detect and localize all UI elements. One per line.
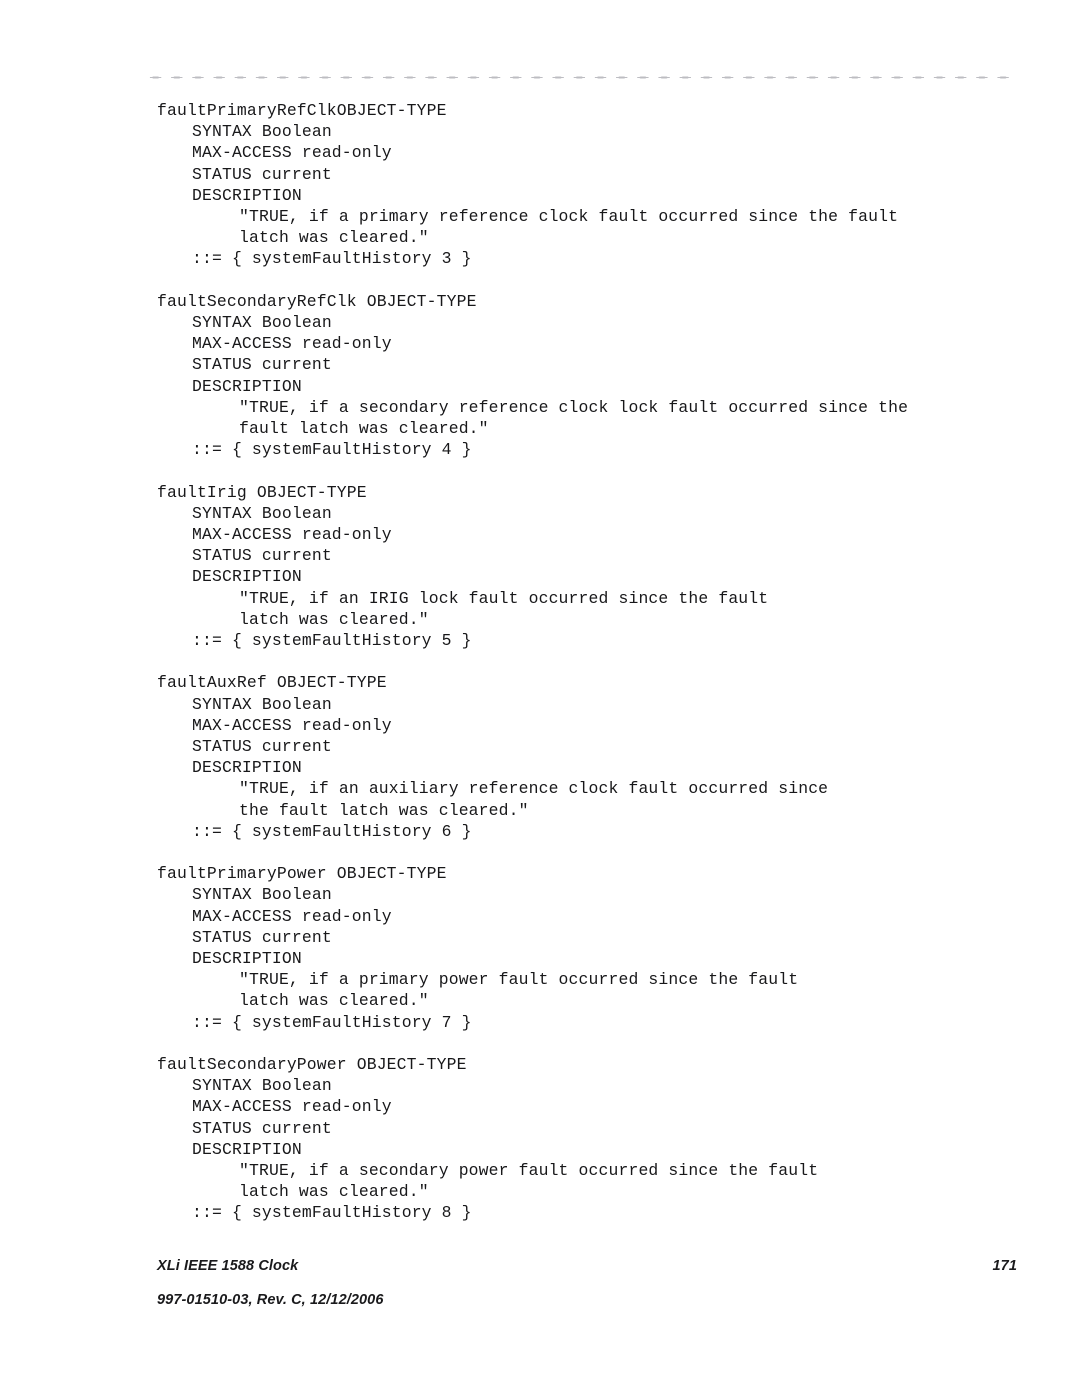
code-line: faultPrimaryRefClkOBJECT-TYPE <box>157 101 447 120</box>
code-line: STATUS current <box>192 1118 332 1138</box>
code-line: MAX-ACCESS read-only <box>192 334 392 354</box>
code-line: latch was cleared." <box>239 228 429 248</box>
code-line: faultSecondaryRefClk OBJECT-TYPE <box>157 291 477 311</box>
code-line: ::= { systemFaultHistory 3 } <box>192 249 472 269</box>
code-line: latch was cleared." <box>239 1182 429 1202</box>
header-dotted-rule <box>145 76 1017 79</box>
code-line: "TRUE, if a secondary power fault occurr… <box>239 1161 819 1181</box>
code-line: DESCRIPTION <box>192 1139 302 1159</box>
code-line: ::= { systemFaultHistory 4 } <box>192 440 472 460</box>
code-line: SYNTAX Boolean <box>192 313 332 333</box>
mib-object-block: faultSecondaryPower OBJECT-TYPE SYNTAX Bo… <box>157 1054 1037 1224</box>
mib-object-block: faultPrimaryPower OBJECT-TYPE SYNTAX Bool… <box>157 863 1037 1033</box>
mib-object-block: faultPrimaryRefClkOBJECT-TYPE SYNTAX Bool… <box>157 100 1037 270</box>
code-line: latch was cleared." <box>239 991 429 1011</box>
code-line: ::= { systemFaultHistory 5 } <box>192 631 472 651</box>
code-line: "TRUE, if an IRIG lock fault occurred si… <box>239 588 769 608</box>
code-line: ::= { systemFaultHistory 7 } <box>192 1012 472 1032</box>
code-line: STATUS current <box>192 355 332 375</box>
code-line: faultAuxRef OBJECT-TYPE <box>157 673 387 693</box>
code-line: faultIrig OBJECT-TYPE <box>157 482 367 502</box>
code-line: STATUS current <box>192 737 332 757</box>
code-line: DESCRIPTION <box>192 376 302 396</box>
code-line: DESCRIPTION <box>192 758 302 778</box>
code-line: MAX-ACCESS read-only <box>192 525 392 545</box>
code-line: ::= { systemFaultHistory 8 } <box>192 1203 472 1223</box>
mib-object-block: faultAuxRef OBJECT-TYPE SYNTAX Boolean MAX… <box>157 672 1037 842</box>
code-line: DESCRIPTION <box>192 185 302 205</box>
mib-object-block: faultSecondaryRefClk OBJECT-TYPE SYNTAX B… <box>157 291 1037 461</box>
code-line: "TRUE, if a secondary reference clock lo… <box>239 397 909 417</box>
mib-definitions-container: faultPrimaryRefClkOBJECT-TYPE SYNTAX Bool… <box>157 100 1037 1224</box>
code-line: MAX-ACCESS read-only <box>192 1097 392 1117</box>
footer-document-title: XLi IEEE 1588 Clock <box>157 1258 299 1274</box>
code-line: SYNTAX Boolean <box>192 694 332 714</box>
code-line: SYNTAX Boolean <box>192 503 332 523</box>
code-line: latch was cleared." <box>239 609 429 629</box>
code-line: STATUS current <box>192 164 332 184</box>
code-line: STATUS current <box>192 546 332 566</box>
code-line: STATUS current <box>192 927 332 947</box>
code-line: DESCRIPTION <box>192 949 302 969</box>
code-line: DESCRIPTION <box>192 567 302 587</box>
footer-row-revision: 997-01510-03, Rev. C, 12/12/2006 <box>157 1292 1017 1308</box>
code-line: SYNTAX Boolean <box>192 885 332 905</box>
footer-revision-text: 997-01510-03, Rev. C, 12/12/2006 <box>157 1292 384 1308</box>
code-line: MAX-ACCESS read-only <box>192 906 392 926</box>
code-line: SYNTAX Boolean <box>192 122 332 142</box>
page-footer: XLi IEEE 1588 Clock 171 997-01510-03, Re… <box>157 1258 1017 1308</box>
code-line: "TRUE, if a primary power fault occurred… <box>239 970 799 990</box>
code-line: MAX-ACCESS read-only <box>192 715 392 735</box>
code-line: the fault latch was cleared." <box>239 800 529 820</box>
code-line: ::= { systemFaultHistory 6 } <box>192 821 472 841</box>
code-line: "TRUE, if an auxiliary reference clock f… <box>239 779 829 799</box>
mib-object-block: faultIrig OBJECT-TYPE SYNTAX Boolean MAX-A… <box>157 482 1037 652</box>
document-page: faultPrimaryRefClkOBJECT-TYPE SYNTAX Bool… <box>0 0 1080 1377</box>
code-line: SYNTAX Boolean <box>192 1076 332 1096</box>
code-line: MAX-ACCESS read-only <box>192 143 392 163</box>
footer-row-title: XLi IEEE 1588 Clock 171 <box>157 1258 1017 1274</box>
code-line: faultPrimaryPower OBJECT-TYPE <box>157 864 447 884</box>
code-line: fault latch was cleared." <box>239 419 489 439</box>
footer-page-number: 171 <box>992 1258 1017 1274</box>
code-line: faultSecondaryPower OBJECT-TYPE <box>157 1055 467 1075</box>
code-line: "TRUE, if a primary reference clock faul… <box>239 207 899 227</box>
